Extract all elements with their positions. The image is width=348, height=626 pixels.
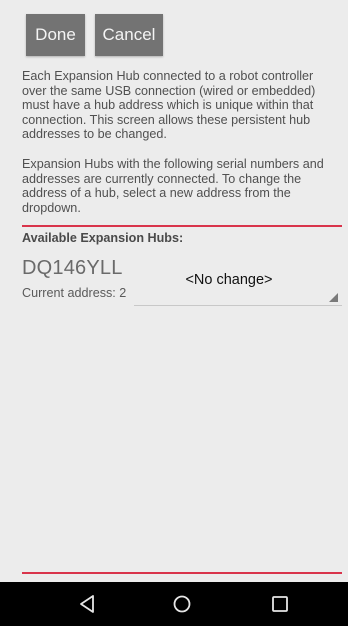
top-toolbar: Done Cancel — [0, 0, 348, 64]
back-icon[interactable] — [78, 594, 98, 614]
available-hubs-label: Available Expansion Hubs: — [22, 231, 184, 245]
hub-address-dropdown[interactable]: <No change> — [134, 262, 342, 306]
description-paragraph-2: Expansion Hubs with the following serial… — [22, 157, 324, 215]
section-divider-bottom — [22, 572, 342, 574]
home-icon[interactable] — [172, 594, 192, 614]
hub-current-address: Current address: 2 — [22, 286, 127, 300]
dropdown-arrow-icon — [329, 293, 338, 302]
recent-apps-icon[interactable] — [270, 594, 290, 614]
system-navigation-bar — [0, 582, 348, 626]
cancel-button[interactable]: Cancel — [95, 14, 163, 56]
section-divider-top — [22, 225, 342, 227]
hub-serial-number: DQ146YLL — [22, 257, 123, 279]
done-button[interactable]: Done — [26, 14, 85, 56]
dropdown-selected-value: <No change> — [185, 272, 273, 288]
description-paragraph-1: Each Expansion Hub connected to a robot … — [22, 69, 316, 142]
